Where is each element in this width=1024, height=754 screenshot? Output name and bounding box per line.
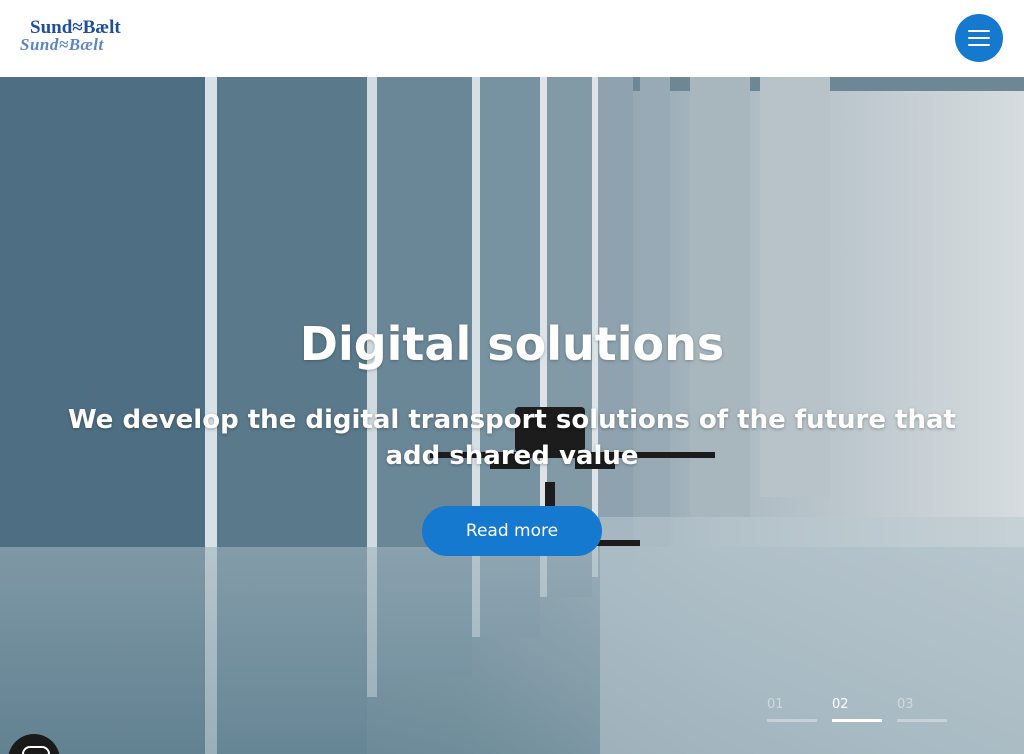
hero-subtitle: We develop the digital transport solutio…: [68, 405, 956, 471]
read-more-button[interactable]: Read more: [422, 506, 602, 556]
menu-button[interactable]: [955, 14, 1003, 62]
hero-banner: Digital solutions We develop the digital…: [0, 77, 1024, 754]
slide-progress-line: [832, 719, 882, 722]
slide-progress-line: [897, 719, 947, 722]
slide-indicator-2[interactable]: 02: [832, 697, 882, 723]
slide-number: 03: [897, 697, 914, 712]
logo-wordmark-reflection: Sund≈Bælt: [20, 35, 104, 54]
hero-title: Digital solutions: [299, 317, 725, 371]
chat-icon: [22, 746, 50, 754]
slide-indicator-3[interactable]: 03: [897, 697, 947, 723]
logo-wordmark: Sund≈Bælt: [30, 17, 121, 38]
slide-indicators: 01 02 03: [767, 697, 957, 727]
page: Sund≈Bælt Sund≈Bælt Digital solutions We…: [0, 0, 1024, 754]
sund-baelt-logo[interactable]: Sund≈Bælt Sund≈Bælt: [20, 17, 162, 55]
slide-number: 01: [767, 697, 784, 712]
slide-number: 02: [832, 697, 849, 712]
slide-progress-line: [767, 719, 817, 722]
site-header: Sund≈Bælt Sund≈Bælt: [0, 0, 1024, 77]
slide-indicator-1[interactable]: 01: [767, 697, 817, 723]
